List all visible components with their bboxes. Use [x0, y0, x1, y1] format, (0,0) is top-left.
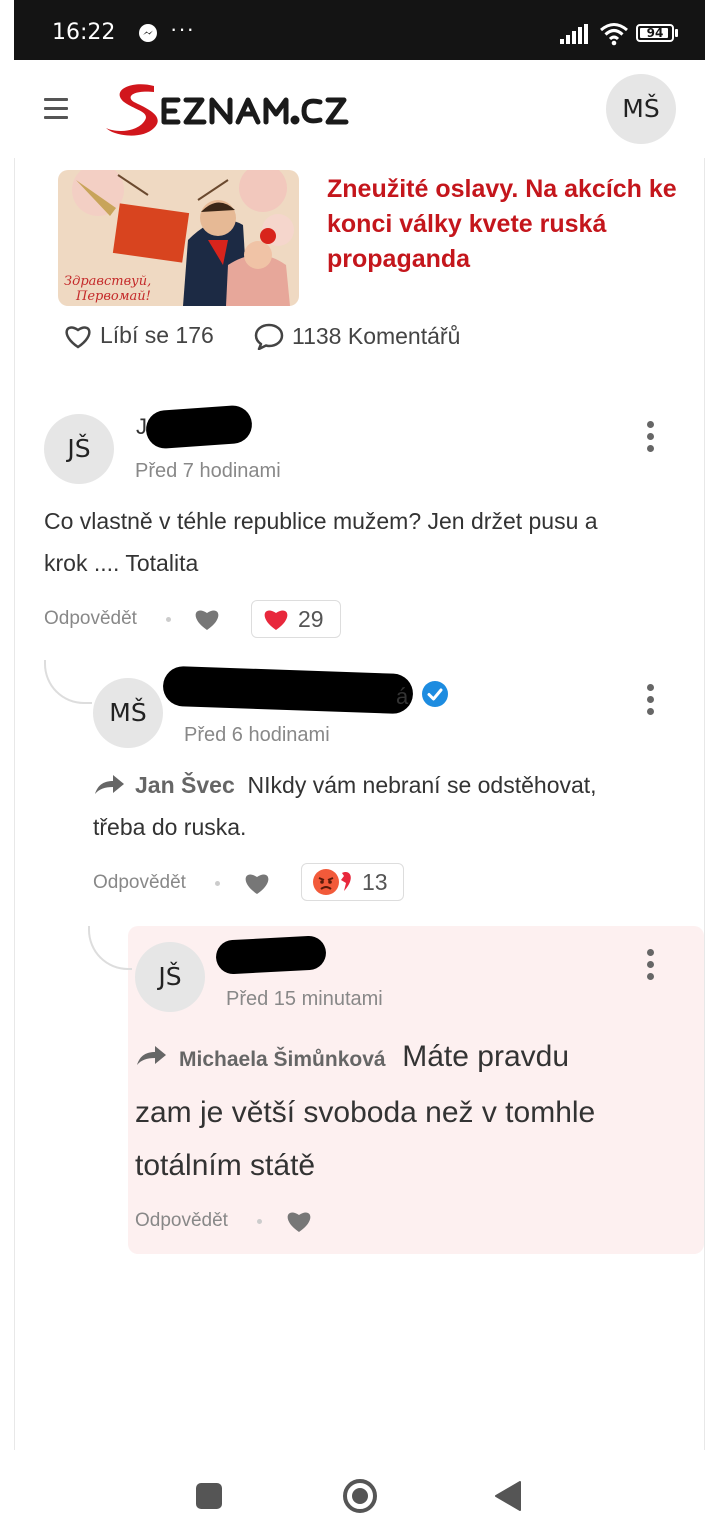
comment-text-line: zam je větší svoboda než v tomhle: [135, 1096, 596, 1129]
comment-author-suffix: á: [396, 684, 409, 709]
comments-stat[interactable]: 1138 Komentářů: [254, 322, 460, 350]
separator-dot: [215, 881, 220, 886]
redacted-name: [215, 935, 327, 975]
comment-text: Michaela Šimůnková Máte pravdu zam je vě…: [135, 1030, 695, 1192]
redacted-name: [144, 404, 254, 450]
like-stat[interactable]: Líbí se 176: [64, 322, 214, 349]
reaction-count: 13: [362, 868, 388, 895]
reply-arrow-icon: [137, 1046, 166, 1065]
verified-icon: [422, 681, 448, 707]
likes-label: Líbí se 176: [100, 322, 214, 348]
user-avatar[interactable]: MŠ: [606, 74, 676, 144]
status-time: 16:22: [52, 20, 116, 45]
comment-text-line: Co vlastně v téhle republice mužem? Jen …: [44, 508, 598, 534]
reply-button[interactable]: Odpovědět: [93, 872, 186, 894]
poster-caption-2: Первомай!: [75, 289, 151, 304]
heart-outline-icon: [65, 325, 91, 349]
reply-arrow-icon: [95, 775, 124, 794]
reaction-count: 29: [298, 605, 324, 632]
status-bar: 16:22 ··· 94: [14, 0, 705, 60]
nav-home-icon[interactable]: [342, 1478, 378, 1514]
article-image[interactable]: Здравствуй, Первомай!: [58, 170, 299, 306]
battery-icon: 94: [636, 24, 674, 42]
comment-avatar[interactable]: JŠ: [135, 942, 205, 1012]
red-heart-icon: [264, 610, 288, 630]
comment-time: Před 15 minutami: [226, 988, 383, 1010]
comment-text-line: totálním státě: [135, 1149, 316, 1182]
comment-text-line: Jan Švec NIkdy vám nebraní se odstěhovat…: [93, 764, 683, 806]
kebab-menu-icon[interactable]: [647, 684, 655, 718]
comment-text-line: krok .... Totalita: [44, 550, 199, 576]
comment-icon: [254, 323, 284, 350]
comment-text-part: NIkdy vám nebraní se odstěhovat,: [247, 772, 597, 798]
battery-level: 94: [646, 26, 664, 40]
heart-icon[interactable]: [243, 870, 271, 896]
reply-button[interactable]: Odpovědět: [44, 608, 137, 630]
wifi-icon: [600, 23, 628, 46]
signal-icon: [560, 24, 588, 44]
app-header: MŠ: [14, 60, 705, 159]
reaction-summary[interactable]: 29: [251, 600, 341, 638]
article-title[interactable]: Zneužité oslavy. Na akcích ke konci válk…: [327, 172, 687, 277]
comment-avatar[interactable]: MŠ: [93, 678, 163, 748]
messenger-icon: [139, 24, 157, 42]
menu-icon[interactable]: [44, 98, 68, 119]
heart-icon[interactable]: [285, 1208, 313, 1234]
more-notifications-icon: ···: [170, 16, 195, 41]
comment-text-part: Máte pravdu: [402, 1040, 570, 1073]
comment-text: Co vlastně v téhle republice mužem? Jen …: [44, 500, 684, 584]
broken-heart-icon: [341, 872, 351, 891]
comment-avatar[interactable]: JŠ: [44, 414, 114, 484]
battery-cap: [675, 29, 678, 37]
comment-text: Jan Švec NIkdy vám nebraní se odstěhovat…: [93, 764, 683, 848]
mention-name[interactable]: Michaela Šimůnková: [179, 1048, 386, 1071]
comment-time: Před 7 hodinami: [135, 460, 281, 482]
kebab-menu-icon[interactable]: [647, 421, 655, 455]
seznam-logo[interactable]: [102, 78, 382, 140]
separator-dot: [166, 617, 171, 622]
separator-dot: [257, 1219, 262, 1224]
system-nav-bar: [0, 1452, 719, 1536]
comment-text-line: třeba do ruska.: [93, 814, 247, 840]
reply-button[interactable]: Odpovědět: [135, 1210, 228, 1232]
heart-icon[interactable]: [193, 606, 221, 632]
kebab-menu-icon[interactable]: [647, 949, 655, 983]
comments-label: 1138 Komentářů: [292, 322, 461, 349]
comment-time: Před 6 hodinami: [184, 724, 330, 746]
mention-name[interactable]: Jan Švec: [135, 772, 235, 798]
nav-back-icon[interactable]: [494, 1480, 522, 1512]
reaction-summary[interactable]: 13: [301, 863, 404, 901]
poster-caption-1: Здравствуй,: [64, 274, 151, 289]
comment-text-line: Michaela Šimůnková Máte pravdu: [135, 1030, 695, 1086]
nav-recents-icon[interactable]: [196, 1483, 222, 1509]
